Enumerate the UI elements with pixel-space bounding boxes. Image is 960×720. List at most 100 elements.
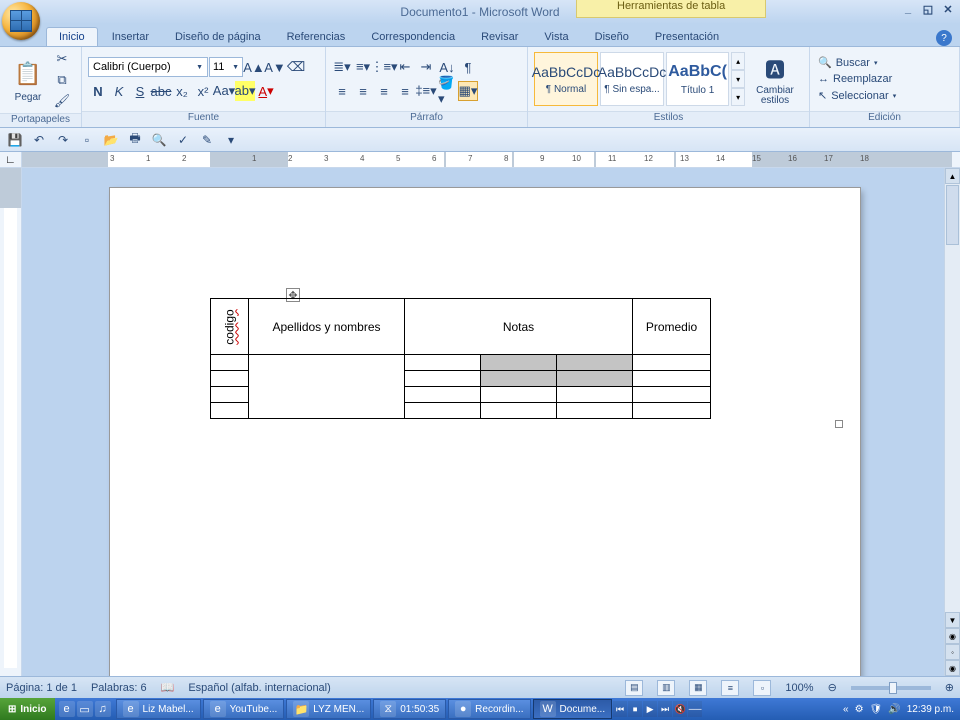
qat-print[interactable]: 🖶	[126, 131, 144, 149]
view-print-layout[interactable]: ▤	[625, 680, 643, 696]
zoom-level[interactable]: 100%	[785, 682, 813, 694]
strike-button[interactable]: abc	[151, 81, 171, 101]
ql-media-icon[interactable]: ♫	[95, 701, 111, 717]
font-size-combo[interactable]: 11▼	[209, 57, 243, 77]
align-left-button[interactable]: ≡	[332, 81, 352, 101]
cut-button[interactable]: ✂	[52, 49, 72, 69]
view-web[interactable]: ▦	[689, 680, 707, 696]
status-language[interactable]: Español (alfab. internacional)	[188, 682, 330, 694]
next-page-button[interactable]: ◉	[945, 660, 960, 676]
qat-preview[interactable]: 🔍	[150, 131, 168, 149]
tab-referencias[interactable]: Referencias	[275, 28, 358, 46]
qat-redo[interactable]: ↷	[54, 131, 72, 149]
style-normal[interactable]: AaBbCcDc¶ Normal	[534, 52, 598, 106]
increase-indent-button[interactable]: ⇥	[416, 57, 436, 77]
proofing-icon[interactable]: 📖	[161, 681, 175, 694]
vertical-scrollbar[interactable]: ▲ ▼ ◉ ◦ ◉	[944, 168, 960, 676]
qat-undo[interactable]: ↶	[30, 131, 48, 149]
style-sin-espaciado[interactable]: AaBbCcDc¶ Sin espa...	[600, 52, 664, 106]
horizontal-ruler[interactable]: 3 1 2 1 2 3 4 5 6 7 8 9 10 11 12 13 14 1…	[22, 152, 960, 167]
tab-diseno[interactable]: Diseño	[583, 28, 641, 46]
justify-button[interactable]: ≡	[395, 81, 415, 101]
qat-customize[interactable]: ▾	[222, 131, 240, 149]
underline-button[interactable]: S	[130, 81, 150, 101]
tray-expand[interactable]: «	[843, 704, 849, 715]
taskbar-item-5[interactable]: ●Recordin...	[448, 699, 530, 719]
change-case-button[interactable]: Aa▾	[214, 81, 234, 101]
find-button[interactable]: 🔍Buscar▾	[816, 55, 898, 70]
show-marks-button[interactable]: ¶	[458, 57, 478, 77]
tab-inicio[interactable]: Inicio	[46, 27, 98, 46]
header-notas[interactable]: Notas	[405, 299, 633, 355]
zoom-out-button[interactable]: ⊖	[828, 681, 837, 694]
zoom-in-button[interactable]: ⊕	[945, 681, 954, 694]
qat-new[interactable]: ▫	[78, 131, 96, 149]
paste-button[interactable]: 📋 Pegar	[6, 56, 50, 105]
grow-font-button[interactable]: A▲	[244, 57, 264, 77]
taskbar-item-6[interactable]: WDocume...	[533, 699, 613, 719]
tab-selector[interactable]: ∟	[0, 152, 22, 167]
media-vol[interactable]: ──	[688, 701, 702, 717]
qat-save[interactable]: 💾	[6, 131, 24, 149]
start-button[interactable]: ⊞Inicio	[0, 698, 55, 720]
zoom-slider[interactable]	[851, 686, 931, 690]
browse-object-button[interactable]: ◦	[945, 644, 960, 660]
bullets-button[interactable]: ≣▾	[332, 57, 352, 77]
ql-ie-icon[interactable]: e	[59, 701, 75, 717]
line-spacing-button[interactable]: ‡≡▾	[416, 81, 436, 101]
qat-open[interactable]: 📂	[102, 131, 120, 149]
header-apellidos[interactable]: Apellidos y nombres	[249, 299, 405, 355]
minimize-button[interactable]: _	[900, 2, 916, 16]
prev-page-button[interactable]: ◉	[945, 628, 960, 644]
tab-revisar[interactable]: Revisar	[469, 28, 530, 46]
restore-button[interactable]: ◱	[920, 2, 936, 16]
clear-format-button[interactable]: ⌫	[286, 57, 306, 77]
styles-scroll[interactable]: ▴▾▾	[731, 52, 745, 106]
status-page[interactable]: Página: 1 de 1	[6, 682, 77, 694]
tray-icon-2[interactable]: 🛡	[870, 704, 883, 715]
shading-button[interactable]: 🪣▾	[437, 81, 457, 101]
close-button[interactable]: ✕	[940, 2, 956, 16]
tab-insertar[interactable]: Insertar	[100, 28, 161, 46]
taskbar-item-2[interactable]: eYouTube...	[203, 699, 285, 719]
tab-presentacion[interactable]: Presentación	[643, 28, 731, 46]
decrease-indent-button[interactable]: ⇤	[395, 57, 415, 77]
change-styles-button[interactable]: 🅰Cambiar estilos	[747, 50, 803, 108]
taskbar-item-4[interactable]: ⧖01:50:35	[373, 699, 446, 719]
tab-diseno-pagina[interactable]: Diseño de página	[163, 28, 273, 46]
tray-clock[interactable]: 12:39 p.m.	[907, 704, 954, 715]
format-painter-button[interactable]: 🖌	[52, 91, 72, 111]
qat-draw-table[interactable]: ✎	[198, 131, 216, 149]
taskbar-item-1[interactable]: eLiz Mabel...	[116, 699, 201, 719]
align-center-button[interactable]: ≡	[353, 81, 373, 101]
select-button[interactable]: ↖Seleccionar▾	[816, 88, 898, 103]
view-full-reading[interactable]: ▥	[657, 680, 675, 696]
highlight-button[interactable]: ab▾	[235, 81, 255, 101]
scroll-down-button[interactable]: ▼	[945, 612, 960, 628]
document-area[interactable]: ✥ codigo Apellidos y nombres Notas Prome…	[22, 168, 960, 676]
header-codigo[interactable]: codigo	[211, 299, 249, 355]
style-titulo1[interactable]: AaBbC(Título 1	[666, 52, 729, 106]
copy-button[interactable]: ⧉	[52, 70, 72, 90]
subscript-button[interactable]: x₂	[172, 81, 192, 101]
office-button[interactable]	[2, 2, 40, 40]
shrink-font-button[interactable]: A▼	[265, 57, 285, 77]
table-resize-handle[interactable]	[835, 420, 843, 428]
media-prev[interactable]: ⏮	[613, 701, 627, 717]
sort-button[interactable]: A↓	[437, 57, 457, 77]
replace-button[interactable]: ↔Reemplazar	[816, 72, 898, 86]
vertical-ruler[interactable]	[0, 168, 22, 676]
scroll-up-button[interactable]: ▲	[945, 168, 960, 184]
font-color-button[interactable]: A▾	[256, 81, 276, 101]
tray-icon-1[interactable]: ⚙	[855, 704, 864, 715]
tray-icon-3[interactable]: 🔊	[888, 704, 900, 715]
qat-spelling[interactable]: ✓	[174, 131, 192, 149]
multilevel-button[interactable]: ⋮≡▾	[374, 57, 394, 77]
bold-button[interactable]: N	[88, 81, 108, 101]
borders-button[interactable]: ▦▾	[458, 81, 478, 101]
font-family-combo[interactable]: Calibri (Cuerpo)▼	[88, 57, 208, 77]
document-table[interactable]: codigo Apellidos y nombres Notas Promedi…	[210, 298, 711, 419]
taskbar-item-3[interactable]: 📁LYZ MEN...	[286, 699, 371, 719]
help-icon[interactable]: ?	[936, 30, 952, 46]
media-mute[interactable]: 🔇	[673, 701, 687, 717]
